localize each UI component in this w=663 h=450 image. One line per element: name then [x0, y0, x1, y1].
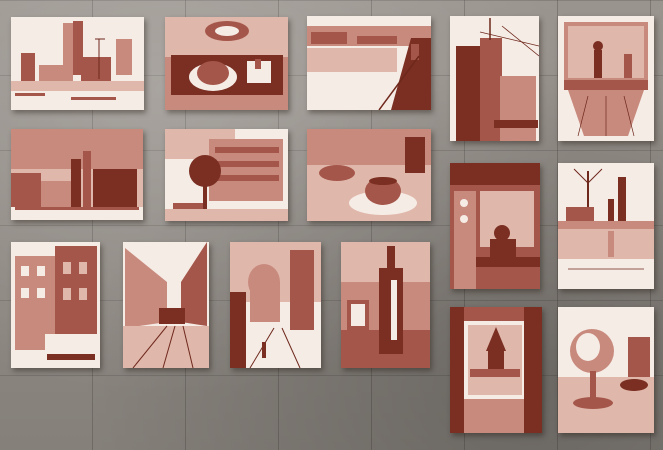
sketch-cafe-interior-bench — [450, 163, 540, 289]
sketch-city-skyline-towers — [11, 17, 144, 110]
sketch-window-pagoda-view — [450, 307, 542, 433]
sketch-misty-cathedral — [230, 242, 321, 368]
sketch-cafe-table-cup — [165, 17, 288, 110]
sketch-rainy-street-trees — [558, 163, 654, 289]
sketch-window-figures — [558, 16, 654, 141]
sketch-tower-street-corner — [450, 16, 539, 141]
sketch-apartment-car — [11, 242, 100, 368]
sketch-coffee-cup-saucer — [307, 129, 431, 221]
sketch-wine-glass — [558, 307, 654, 433]
sketch-wide-city-skyline — [11, 129, 143, 220]
sketch-river-quay — [307, 16, 431, 110]
sketch-bottle-glass — [341, 242, 430, 368]
sketch-building-with-tree — [165, 129, 288, 221]
sketch-boulevard-tram — [123, 242, 209, 368]
